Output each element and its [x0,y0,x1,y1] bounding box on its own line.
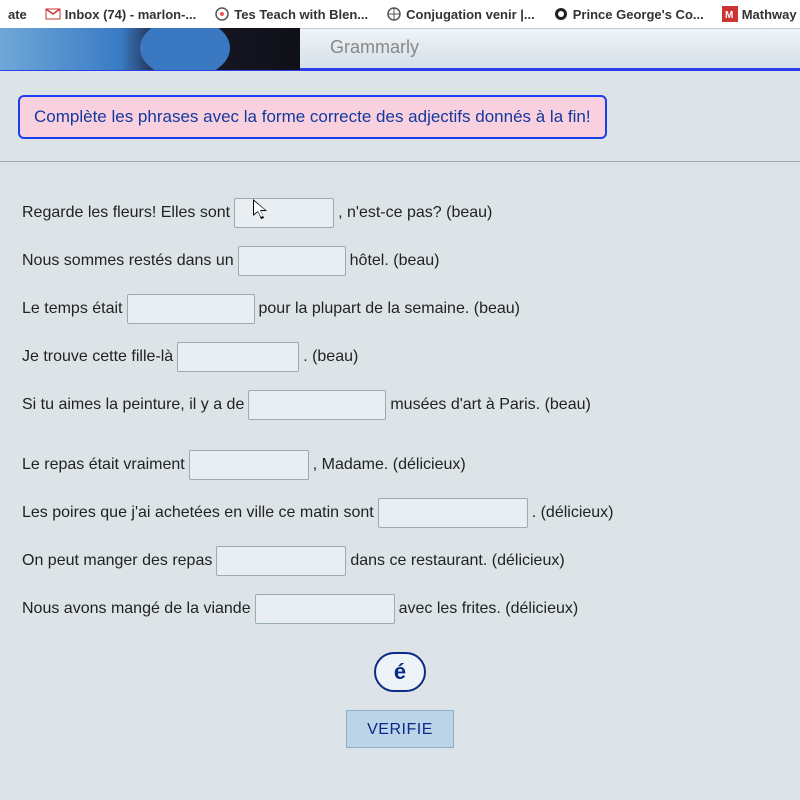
line-text-pre: Je trouve cette fille-là [22,348,173,366]
answer-input[interactable] [189,450,309,480]
line-text-post: , Madame. (délicieux) [313,456,466,474]
bookmark-label: Tes Teach with Blen... [234,7,368,22]
header-title: Grammarly [330,37,419,58]
line-text-pre: On peut manger des repas [22,552,212,570]
answer-input[interactable] [127,294,255,324]
divider [0,161,800,162]
accent-button[interactable]: é [374,652,426,692]
answer-input[interactable] [378,498,528,528]
line-text-pre: Nous avons mangé de la viande [22,600,251,618]
answer-input[interactable] [248,390,386,420]
exercise-line: Si tu aimes la peinture, il y a de musée… [22,390,778,420]
bookmark-item-pg[interactable]: Prince George's Co... [553,6,704,22]
line-text-pre: Si tu aimes la peinture, il y a de [22,396,244,414]
circle-dark-icon [553,6,569,22]
line-text-pre: Le repas était vraiment [22,456,185,474]
line-text-post: . (délicieux) [532,504,614,522]
exercise-line: Nous sommes restés dans un hôtel. (beau) [22,246,778,276]
bookmarks-bar: ate Inbox (74) - marlon-... Tes Teach wi… [0,0,800,29]
line-text-pre: Nous sommes restés dans un [22,252,234,270]
line-text-pre: Le temps était [22,300,123,318]
answer-input[interactable] [238,246,346,276]
line-text-post: pour la plupart de la semaine. (beau) [259,300,521,318]
exercise-line: Nous avons mangé de la viande avec les f… [22,594,778,624]
bookmark-label: ate [8,7,27,22]
bookmark-item-mathway[interactable]: M Mathway | A [722,6,800,22]
controls: é VERIFIE [18,652,782,748]
line-text-pre: Regarde les fleurs! Elles sont [22,204,230,222]
line-text-post: avec les frites. (délicieux) [399,600,579,618]
exercise-line: Regarde les fleurs! Elles sont , n'est-c… [22,198,778,228]
exercise-line: Je trouve cette fille-là . (beau) [22,342,778,372]
spacer [22,438,778,450]
line-text-post: dans ce restaurant. (délicieux) [350,552,564,570]
answer-input[interactable] [216,546,346,576]
exercise-line: Les poires que j'ai achetées en ville ce… [22,498,778,528]
line-text-post: hôtel. (beau) [350,252,440,270]
answer-input[interactable] [177,342,299,372]
line-text-pre: Les poires que j'ai achetées en ville ce… [22,504,374,522]
line-text-post: . (beau) [303,348,358,366]
line-text-post: , n'est-ce pas? (beau) [338,204,492,222]
header-strip: Grammarly [0,29,800,71]
bookmark-label: Mathway | A [742,7,800,22]
instruction-banner: Complète les phrases avec la forme corre… [18,95,607,139]
exercise-line: On peut manger des repas dans ce restaur… [22,546,778,576]
verify-button[interactable]: VERIFIE [346,710,454,748]
header-graphic [0,28,300,70]
mathway-icon: M [722,6,738,22]
exercise-line: Le repas était vraiment , Madame. (délic… [22,450,778,480]
bookmark-item-tes[interactable]: Tes Teach with Blen... [214,6,368,22]
content-area: Complète les phrases avec la forme corre… [0,71,800,748]
bookmark-item-ate[interactable]: ate [8,7,27,22]
bookmark-label: Prince George's Co... [573,7,704,22]
svg-text:M: M [725,10,733,21]
answer-input[interactable] [255,594,395,624]
circle-icon [214,6,230,22]
globe-icon [386,6,402,22]
gmail-icon [45,6,61,22]
bookmark-item-gmail[interactable]: Inbox (74) - marlon-... [45,6,196,22]
exercise-lines: Regarde les fleurs! Elles sont , n'est-c… [18,198,782,624]
bookmark-label: Conjugation venir |... [406,7,535,22]
exercise-line: Le temps était pour la plupart de la sem… [22,294,778,324]
answer-input[interactable] [234,198,334,228]
bookmark-item-conjugation[interactable]: Conjugation venir |... [386,6,535,22]
bookmark-label: Inbox (74) - marlon-... [65,7,196,22]
line-text-post: musées d'art à Paris. (beau) [390,396,590,414]
